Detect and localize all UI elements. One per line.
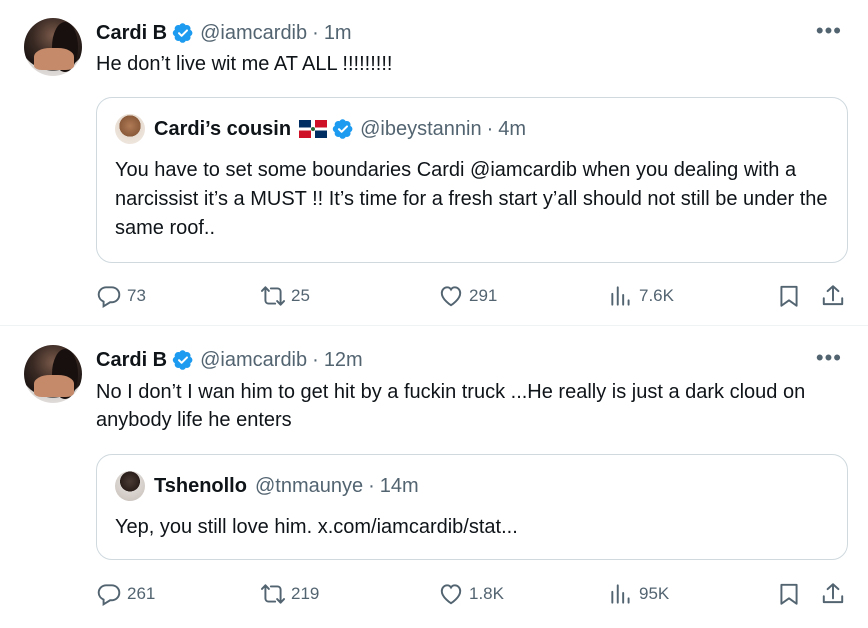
separator-dot: ·	[368, 474, 375, 497]
heart-icon	[438, 283, 464, 309]
reply-button[interactable]: 261	[96, 579, 155, 609]
reply-button[interactable]: 73	[96, 281, 146, 311]
quoted-author-name: Cardi’s cousin	[154, 117, 292, 140]
repost-icon	[260, 283, 286, 309]
quoted-tweet-header: Tshenollo @tnmaunye · 14m	[115, 471, 419, 501]
like-button[interactable]: 291	[438, 281, 497, 311]
action-bar: 261 219 1.8K 95K	[96, 579, 848, 609]
quoted-tweet-header: Cardi’s cousin @ibeystannin · 4m	[115, 114, 527, 144]
views-button[interactable]: 7.6K	[608, 281, 674, 311]
like-count: 291	[469, 286, 498, 305]
repost-button[interactable]: 25	[260, 281, 310, 311]
view-count: 95K	[639, 584, 670, 603]
quoted-tweet[interactable]: Tshenollo @tnmaunye · 14m Yep, you still…	[96, 454, 848, 560]
repost-button[interactable]: 219	[260, 579, 319, 609]
author-name[interactable]: Cardi B	[96, 349, 167, 372]
timestamp[interactable]: 1m	[324, 22, 352, 45]
tweet-text: No I don’t I wan him to get hit by a fuc…	[96, 381, 806, 431]
view-count: 7.6K	[639, 286, 674, 305]
reply-count: 261	[127, 584, 156, 603]
tweet-text: He don’t live wit me AT ALL !!!!!!!!!	[96, 53, 393, 75]
reply-icon	[96, 581, 122, 607]
quoted-author-handle: @ibeystannin	[360, 117, 482, 140]
share-icon	[820, 581, 846, 607]
heart-icon	[438, 581, 464, 607]
share-button[interactable]	[820, 283, 846, 314]
more-options-icon[interactable]: •••	[816, 18, 842, 44]
quoted-timestamp: 4m	[498, 117, 527, 140]
author-handle[interactable]: @iamcardib	[200, 349, 307, 372]
like-button[interactable]: 1.8K	[438, 579, 504, 609]
bookmark-button[interactable]	[776, 283, 802, 314]
repost-count: 219	[291, 584, 320, 603]
repost-icon	[260, 581, 286, 607]
avatar-figure	[34, 375, 74, 397]
quoted-avatar	[115, 471, 145, 501]
verified-icon	[172, 349, 194, 371]
like-count: 1.8K	[469, 584, 504, 603]
dominican-flag-icon	[299, 120, 328, 138]
quoted-tweet[interactable]: Cardi’s cousin @ibeystannin · 4m You hav…	[96, 97, 848, 263]
author-name[interactable]: Cardi B	[96, 22, 167, 45]
share-button[interactable]	[820, 581, 846, 612]
avatar-figure	[34, 48, 74, 70]
avatar[interactable]	[24, 345, 82, 403]
author-handle[interactable]: @iamcardib	[200, 22, 307, 45]
tweet-header: Cardi B @iamcardib · 1m	[96, 20, 352, 46]
separator-dot: ·	[486, 117, 494, 140]
avatar[interactable]	[24, 18, 82, 76]
tweet[interactable]: Cardi B @iamcardib · 1m ••• He don’t liv…	[0, 0, 868, 326]
quoted-author-name: Tshenollo	[154, 474, 247, 497]
tweet[interactable]: Cardi B @iamcardib · 12m ••• No I don’t …	[0, 327, 868, 628]
bookmark-button[interactable]	[776, 581, 802, 612]
separator-dot: ·	[312, 348, 319, 371]
views-button[interactable]: 95K	[608, 579, 669, 609]
verified-icon	[332, 118, 354, 140]
views-chart-icon	[608, 283, 634, 309]
action-bar: 73 25 291 7.6K	[96, 281, 848, 311]
quoted-tweet-text: You have to set some boundaries Cardi @i…	[115, 159, 828, 239]
separator-dot: ·	[312, 21, 319, 44]
reply-icon	[96, 283, 122, 309]
more-options-icon[interactable]: •••	[816, 345, 842, 371]
repost-count: 25	[291, 286, 310, 305]
share-icon	[820, 283, 846, 309]
views-chart-icon	[608, 581, 634, 607]
bookmark-icon	[776, 283, 802, 309]
timestamp[interactable]: 12m	[324, 349, 363, 372]
quoted-author-handle: @tnmaunye	[254, 474, 364, 497]
verified-icon	[172, 22, 194, 44]
quoted-timestamp: 14m	[379, 474, 419, 497]
quoted-tweet-text: Yep, you still love him. x.com/iamcardib…	[115, 516, 518, 538]
tweet-header: Cardi B @iamcardib · 12m	[96, 347, 363, 373]
reply-count: 73	[127, 286, 146, 305]
quoted-avatar	[115, 114, 145, 144]
bookmark-icon	[776, 581, 802, 607]
